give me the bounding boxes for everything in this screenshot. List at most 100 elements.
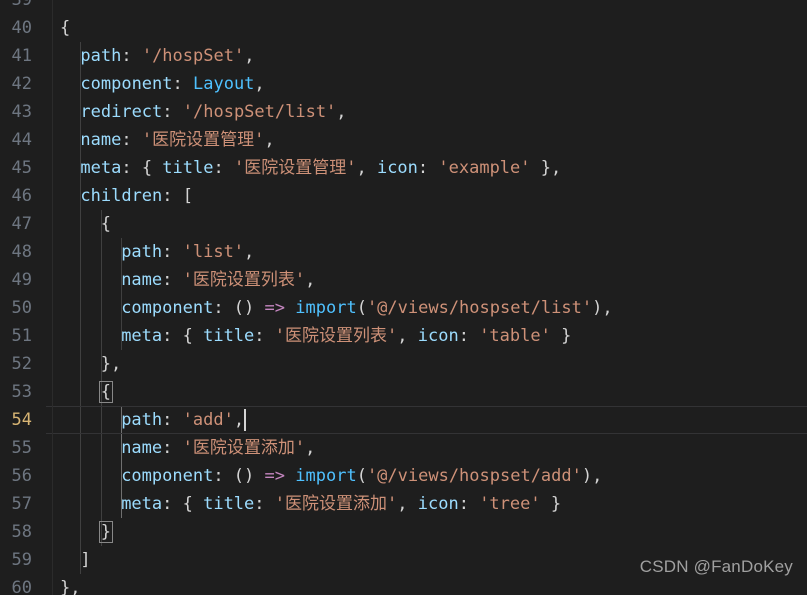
code-editor[interactable]: {path: '/hospSet', component: Layout, redi… xyxy=(0,0,807,595)
code-token: : xyxy=(213,466,234,486)
line-number[interactable]: 57 xyxy=(0,490,32,518)
code-line[interactable]: children: [ xyxy=(80,182,193,210)
code-token: '@/views/hospset/list' xyxy=(366,298,593,318)
code-token: => xyxy=(264,466,286,486)
code-token: () xyxy=(233,466,255,486)
code-token: name xyxy=(80,130,122,150)
line-number[interactable]: 40 xyxy=(0,14,32,42)
line-number[interactable]: 60 xyxy=(0,574,32,595)
code-token: : xyxy=(458,326,480,346)
line-number[interactable]: 44 xyxy=(0,126,32,154)
gutter-divider xyxy=(52,0,53,595)
line-number[interactable]: 53 xyxy=(0,378,32,406)
line-number[interactable]: 47 xyxy=(0,210,32,238)
code-token: 医院设置添加 xyxy=(192,438,295,458)
code-token: : xyxy=(254,494,275,514)
code-line[interactable]: component: () => import('@/views/hospset… xyxy=(121,294,612,322)
code-token: , xyxy=(264,130,275,150)
code-token: redirect xyxy=(80,102,163,122)
line-number[interactable]: 48 xyxy=(0,238,32,266)
code-line[interactable]: { xyxy=(101,378,111,406)
code-token: ' xyxy=(294,270,306,290)
code-token: : xyxy=(458,494,480,514)
line-number[interactable]: 41 xyxy=(0,42,32,70)
code-token: : { xyxy=(121,158,163,178)
code-token: , xyxy=(244,46,255,66)
line-number-gutter[interactable]: 39 40 41 42 43 44 45 46 47 48 49 50 51 52 53 54 55 56 57 58… xyxy=(0,0,46,595)
code-token: path xyxy=(121,242,163,262)
code-line[interactable]: path: 'add', xyxy=(121,406,244,434)
line-number[interactable]: 49 xyxy=(0,266,32,294)
line-number[interactable]: 51 xyxy=(0,322,32,350)
code-token: : xyxy=(172,74,193,94)
line-number[interactable]: 46 xyxy=(0,182,32,210)
code-token: title xyxy=(203,494,255,514)
code-line[interactable]: path: '/hospSet', xyxy=(80,42,254,70)
code-token: ' xyxy=(254,130,265,150)
code-token: }, xyxy=(100,354,122,374)
code-token: ' xyxy=(387,494,398,514)
code-token: import xyxy=(295,298,357,318)
line-number[interactable]: 43 xyxy=(0,98,32,126)
code-line[interactable]: ] xyxy=(80,546,90,574)
code-token: , xyxy=(244,242,255,262)
code-token: : xyxy=(121,130,142,150)
code-line[interactable]: } xyxy=(101,518,111,546)
code-token: import xyxy=(295,466,357,486)
code-line[interactable]: }, xyxy=(60,574,80,595)
line-number[interactable]: 55 xyxy=(0,434,32,462)
code-token: ' xyxy=(294,438,306,458)
code-line[interactable]: meta: { title: '医院设置列表', icon: 'table' } xyxy=(121,322,571,350)
code-line[interactable]: { xyxy=(101,210,111,238)
code-token: '/hospSet' xyxy=(141,46,245,66)
code-line[interactable]: component: Layout, xyxy=(80,70,264,98)
code-token: 医院设置添加 xyxy=(285,494,388,514)
line-number[interactable]: 54 xyxy=(0,406,32,434)
code-token: { xyxy=(60,18,71,38)
code-line[interactable]: meta: { title: '医院设置添加', icon: 'tree' } xyxy=(121,490,561,518)
code-token: title xyxy=(162,158,214,178)
code-line[interactable]: { xyxy=(60,14,70,42)
line-number[interactable]: 52 xyxy=(0,350,32,378)
line-number[interactable]: 42 xyxy=(0,70,32,98)
code-line[interactable]: component: () => import('@/views/hospset… xyxy=(121,462,602,490)
code-line[interactable]: redirect: '/hospSet/list', xyxy=(80,98,346,126)
line-number[interactable]: 50 xyxy=(0,294,32,322)
code-token: ), xyxy=(581,466,603,486)
code-token: ' xyxy=(141,130,153,150)
code-token: component xyxy=(121,466,214,486)
code-text-area[interactable]: {path: '/hospSet', component: Layout, redi… xyxy=(0,0,807,595)
code-token: ( xyxy=(356,298,367,318)
code-token: : xyxy=(213,158,234,178)
code-token: } xyxy=(100,522,112,542)
code-token: component xyxy=(121,298,214,318)
code-line[interactable]: name: '医院设置管理', xyxy=(80,126,274,154)
line-number[interactable]: 59 xyxy=(0,546,32,574)
code-line[interactable]: }, xyxy=(101,350,121,378)
code-line[interactable]: name: '医院设置添加', xyxy=(121,434,315,462)
code-token: , xyxy=(305,270,316,290)
code-token: icon xyxy=(376,158,418,178)
code-token: 医院设置列表 xyxy=(285,326,388,346)
line-number[interactable]: 56 xyxy=(0,462,32,490)
code-token: '/hospSet/list' xyxy=(182,102,337,122)
code-token: component xyxy=(80,74,173,94)
code-token: meta xyxy=(80,158,122,178)
code-line[interactable]: name: '医院设置列表', xyxy=(121,266,315,294)
code-token: path xyxy=(121,410,163,430)
code-line[interactable]: meta: { title: '医院设置管理', icon: 'example'… xyxy=(80,154,561,182)
code-token: 医院设置列表 xyxy=(192,270,295,290)
line-number[interactable]: 58 xyxy=(0,518,32,546)
code-token: icon xyxy=(417,326,459,346)
code-line[interactable]: path: 'list', xyxy=(121,238,254,266)
line-number[interactable]: 39 xyxy=(0,0,32,14)
code-token: ' xyxy=(274,494,286,514)
code-token: : xyxy=(213,298,234,318)
line-number[interactable]: 45 xyxy=(0,154,32,182)
code-token: ' xyxy=(387,326,398,346)
code-token: '@/views/hospset/add' xyxy=(366,466,582,486)
code-token: : { xyxy=(162,494,204,514)
code-token: }, xyxy=(60,578,81,595)
code-token: , xyxy=(397,326,418,346)
